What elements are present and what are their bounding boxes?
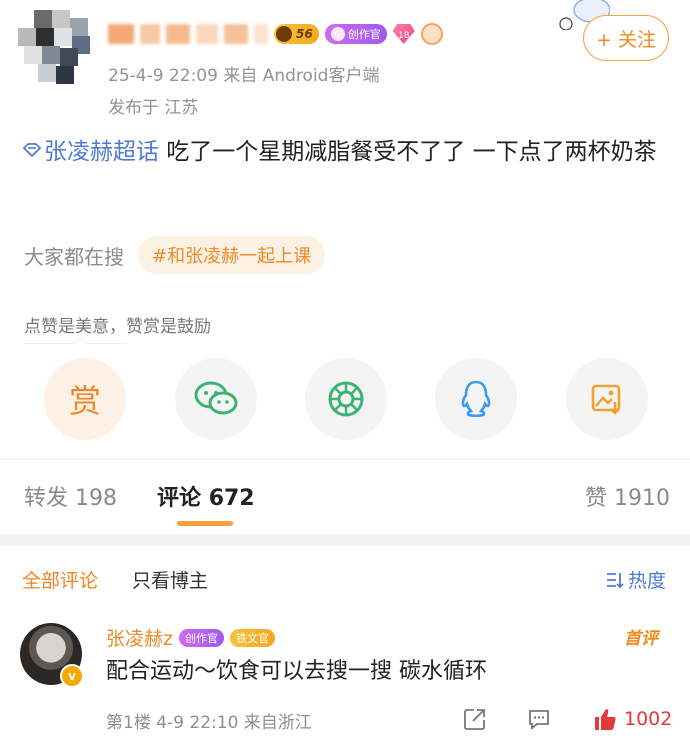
trending-search-chip[interactable]: #和张凌赫一起上课 — [138, 236, 326, 274]
level-badge[interactable]: 56 — [274, 24, 319, 44]
reward-button[interactable]: 赏 — [44, 358, 126, 440]
filter-all-comments[interactable]: 全部评论 — [22, 566, 98, 593]
moments-icon — [328, 381, 364, 417]
tab-like[interactable]: 赞 1910 — [585, 480, 670, 512]
blurred-username — [254, 24, 268, 44]
blurred-username — [108, 24, 134, 44]
blurred-username — [140, 24, 160, 44]
wechat-share-button[interactable] — [175, 358, 257, 440]
first-comment-tag: 首评 — [624, 629, 658, 649]
tab-comment[interactable]: 评论 672 — [157, 480, 255, 512]
author-avatar[interactable] — [18, 10, 94, 84]
trending-search-label: 大家都在搜 — [24, 244, 124, 269]
commenter-name-row: 张凌赫z 创作官 铁文官 — [106, 624, 275, 651]
sort-by-hot-button[interactable]: 热度 — [606, 566, 666, 593]
creator-badge[interactable]: 创作官 — [324, 24, 387, 44]
creator-icon — [330, 27, 345, 41]
thumbs-up-icon — [595, 709, 616, 730]
section-gap — [0, 534, 690, 546]
commenter-name[interactable]: 张凌赫z — [106, 624, 173, 651]
save-image-button[interactable] — [566, 358, 648, 440]
comment-share-button[interactable] — [462, 706, 488, 732]
share-icon — [464, 709, 485, 730]
trending-search-row: 大家都在搜 #和张凌赫一起上课 — [24, 236, 326, 274]
reward-icon: 赏 — [68, 382, 101, 420]
section-divider — [0, 458, 690, 460]
post-content: 张凌赫超话 吃了一个星期减脂餐受不了了 一下点了两杯奶茶 — [22, 134, 672, 170]
reward-tip: 点赞是美意，赞赏是鼓励 — [24, 317, 211, 337]
blurred-username — [224, 24, 248, 44]
wechat-icon — [194, 381, 238, 415]
tab-like-count: 1910 — [614, 486, 671, 511]
tip-caret — [73, 336, 89, 352]
comment-reply-button[interactable] — [526, 706, 552, 732]
emoji-face-icon[interactable] — [420, 23, 443, 45]
comment-text[interactable]: 配合运动～饮食可以去搜一搜 碳水循环 — [106, 656, 487, 688]
sort-icon — [607, 572, 624, 588]
comment-like-count: 1002 — [624, 708, 673, 730]
follow-button[interactable]: + 关注 — [583, 15, 669, 61]
qq-share-button[interactable] — [435, 358, 517, 440]
active-tab-indicator — [177, 521, 233, 526]
reply-icon — [529, 710, 549, 730]
sort-label: 热度 — [628, 570, 667, 592]
verified-badge-icon: v — [60, 664, 84, 688]
comment-like-button[interactable] — [592, 706, 618, 732]
super-topic-icon — [22, 143, 42, 157]
moments-share-button[interactable] — [305, 358, 387, 440]
gem-badge[interactable]: 18 — [392, 24, 415, 44]
tab-repost[interactable]: 转发 198 — [24, 480, 117, 512]
tab-comment-count: 672 — [208, 486, 255, 511]
tab-repost-count: 198 — [75, 486, 118, 511]
super-topic-label: 张凌赫超话 — [44, 139, 159, 165]
post-text: 吃了一个星期减脂餐受不了了 一下点了两杯奶茶 — [159, 139, 657, 165]
tab-comment-label: 评论 — [157, 486, 202, 511]
blurred-username — [166, 24, 190, 44]
post-location: 发布于 江苏 — [108, 98, 199, 118]
commenter-fan-badge[interactable]: 铁文官 — [229, 628, 275, 647]
qq-icon — [461, 380, 491, 418]
commenter-creator-badge[interactable]: 创作官 — [178, 628, 224, 647]
post-time-source: 25-4-9 22:09 来自 Android客户端 — [108, 66, 380, 86]
author-name-row[interactable]: 56 创作官 18 — [108, 20, 443, 48]
comment-meta: 第1楼 4-9 22:10 来自浙江 — [106, 713, 312, 733]
save-image-icon — [591, 384, 621, 415]
creator-badge-label: 创作官 — [347, 28, 381, 41]
tab-like-label: 赞 — [585, 486, 608, 511]
filter-op-only[interactable]: 只看博主 — [132, 566, 208, 593]
super-topic-link[interactable]: 张凌赫超话 — [22, 139, 159, 165]
tab-repost-label: 转发 — [24, 486, 69, 511]
blurred-username — [196, 24, 218, 44]
